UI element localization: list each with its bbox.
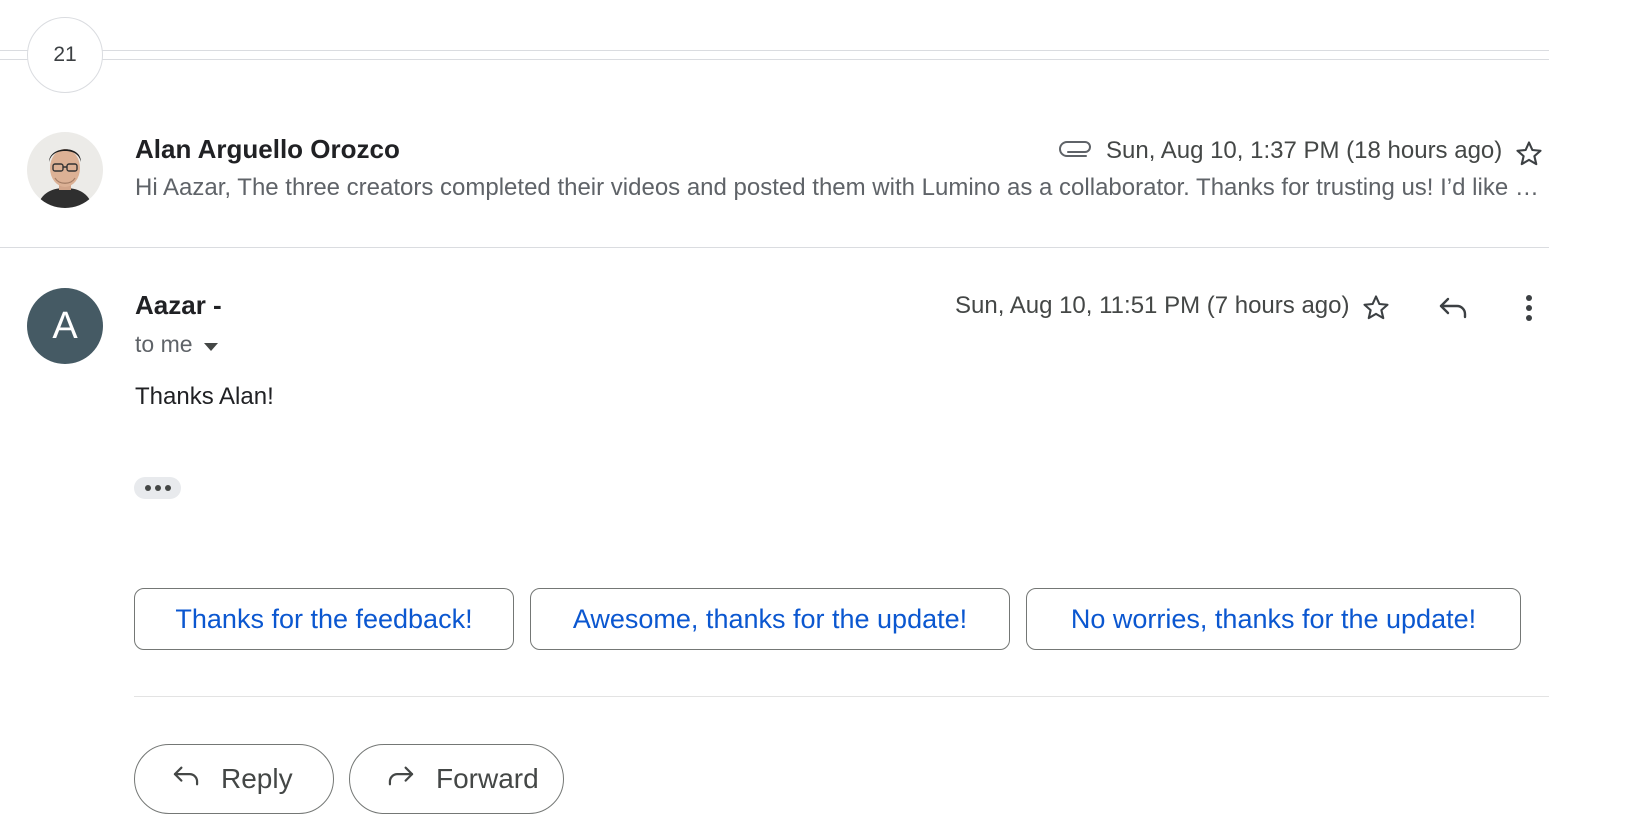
reply-icon bbox=[171, 763, 201, 795]
attachment-icon bbox=[1059, 137, 1093, 164]
message-body: Thanks Alan! bbox=[135, 383, 274, 410]
smart-reply-chip[interactable]: Thanks for the feedback! bbox=[134, 588, 514, 650]
thread-divider-top bbox=[0, 50, 1549, 51]
recipients-details-toggle[interactable]: to me bbox=[135, 331, 219, 358]
message-date: Sun, Aug 10, 1:37 PM (18 hours ago) bbox=[1106, 137, 1503, 164]
star-icon[interactable] bbox=[1513, 138, 1545, 170]
avatar[interactable]: A bbox=[27, 288, 103, 364]
actions-divider bbox=[134, 696, 1549, 697]
sender-name: Aazar - bbox=[135, 290, 222, 320]
smart-reply-chip[interactable]: No worries, thanks for the update! bbox=[1026, 588, 1521, 650]
sender-name: Alan Arguello Orozco bbox=[135, 134, 400, 164]
show-trimmed-content-button[interactable] bbox=[134, 477, 181, 499]
forward-label: Forward bbox=[436, 763, 539, 794]
message-divider bbox=[0, 247, 1549, 248]
smart-reply-chip[interactable]: Awesome, thanks for the update! bbox=[530, 588, 1010, 650]
reply-label: Reply bbox=[221, 763, 293, 794]
message-date: Sun, Aug 10, 11:51 PM (7 hours ago) bbox=[955, 292, 1350, 319]
reply-icon[interactable] bbox=[1435, 291, 1471, 325]
more-options-icon[interactable] bbox=[1515, 291, 1543, 325]
recipients-label: to me bbox=[135, 331, 193, 357]
reply-button[interactable]: Reply bbox=[134, 744, 334, 814]
message-snippet[interactable]: Hi Aazar, The three creators completed t… bbox=[135, 174, 1545, 202]
thread-divider-bottom bbox=[0, 59, 1549, 60]
star-icon[interactable] bbox=[1359, 291, 1393, 325]
collapsed-messages-count[interactable]: 21 bbox=[27, 17, 103, 93]
forward-icon bbox=[386, 763, 416, 795]
forward-button[interactable]: Forward bbox=[349, 744, 564, 814]
avatar[interactable] bbox=[27, 132, 103, 208]
chevron-down-icon bbox=[203, 331, 219, 358]
